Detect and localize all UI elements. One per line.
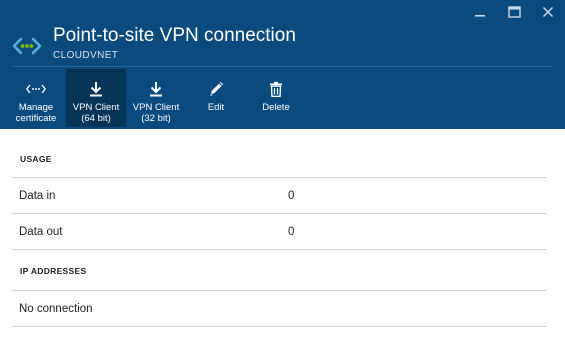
vpn-client-32-label-1: VPN Client (133, 102, 179, 113)
divider (12, 290, 546, 291)
divider (12, 326, 546, 327)
delete-label: Delete (262, 102, 289, 113)
vpn-client-64-label-1: VPN Client (73, 102, 119, 113)
vpn-client-32-label-2: (32 bit) (133, 113, 179, 124)
delete-button[interactable]: Delete (246, 69, 306, 127)
command-bar: Manage certificate VPN Client (64 bit) (6, 69, 306, 127)
manage-certificate-icon (26, 83, 46, 95)
page-subtitle: CLOUDVNET (53, 50, 296, 62)
divider (12, 249, 546, 250)
data-out-label: Data out (19, 226, 62, 238)
header-divider (12, 66, 553, 67)
edit-label: Edit (208, 102, 224, 113)
ip-address-value: No connection (19, 303, 93, 315)
data-in-value: 0 (288, 190, 294, 202)
usage-heading: USAGE (20, 154, 52, 164)
download-icon (149, 81, 163, 97)
divider (12, 213, 546, 214)
maximize-icon (508, 6, 521, 18)
manage-certificate-label-1: Manage (16, 102, 57, 113)
close-button[interactable] (531, 0, 565, 24)
manage-certificate-label-2: certificate (16, 113, 57, 124)
minimize-button[interactable] (463, 0, 497, 24)
data-out-value: 0 (288, 226, 294, 238)
vpn-client-32-button[interactable]: VPN Client (32 bit) (126, 69, 186, 127)
delete-icon (269, 81, 283, 97)
title-area: Point-to-site VPN connection CLOUDVNET (12, 24, 296, 62)
minimize-icon (474, 6, 486, 18)
ip-addresses-heading: IP ADDRESSES (20, 266, 86, 276)
maximize-button[interactable] (497, 0, 531, 24)
divider (12, 177, 546, 178)
edit-button[interactable]: Edit (186, 69, 246, 127)
vpn-client-64-label-2: (64 bit) (73, 113, 119, 124)
manage-certificate-button[interactable]: Manage certificate (6, 69, 66, 127)
data-in-label: Data in (19, 190, 55, 202)
window-controls (463, 0, 565, 24)
close-icon (542, 6, 554, 18)
edit-icon (208, 81, 224, 97)
vpn-client-64-button[interactable]: VPN Client (64 bit) (66, 69, 126, 127)
download-icon (89, 81, 103, 97)
blade-header: Point-to-site VPN connection CLOUDVNET M… (0, 0, 565, 129)
page-title: Point-to-site VPN connection (53, 24, 296, 48)
vpn-gateway-icon (12, 31, 42, 61)
